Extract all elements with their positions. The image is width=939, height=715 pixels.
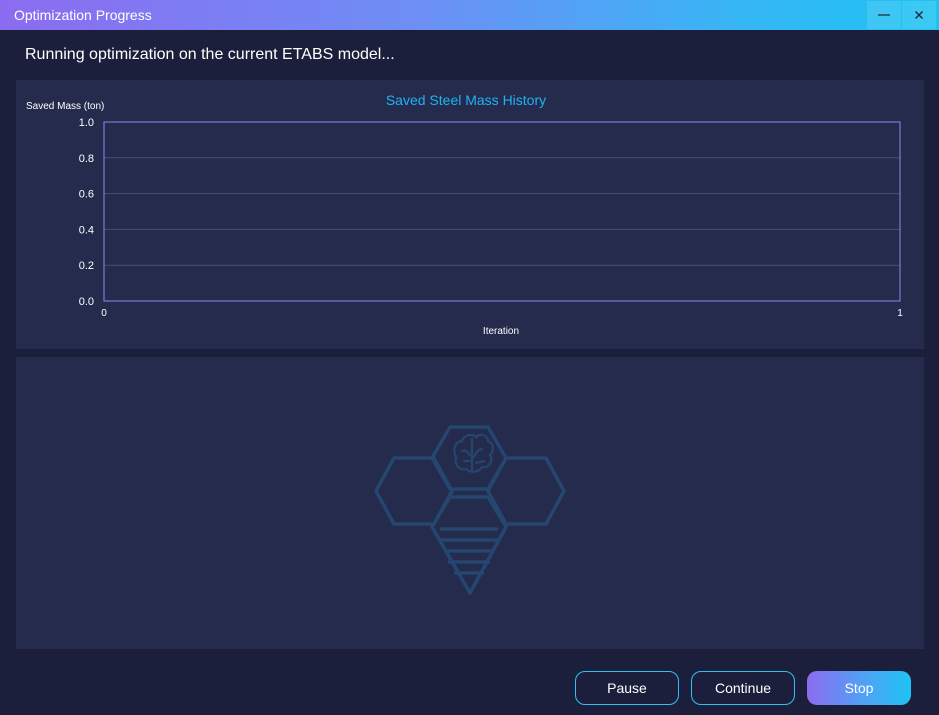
chart-y-tick-label: 1.0 bbox=[79, 117, 94, 129]
status-message: Running optimization on the current ETAB… bbox=[25, 46, 395, 63]
chart-y-tick-label: 0.4 bbox=[79, 224, 94, 236]
chart-y-axis-label: Saved Mass (ton) bbox=[26, 101, 104, 112]
pause-button[interactable]: Pause bbox=[575, 671, 679, 705]
chart-title: Saved Steel Mass History bbox=[386, 92, 546, 108]
chart-panel: Saved Steel Mass History Saved Mass (ton… bbox=[16, 80, 924, 349]
chart-x-tick-label: 0 bbox=[101, 308, 107, 319]
saved-mass-chart: Saved Steel Mass History Saved Mass (ton… bbox=[26, 92, 904, 337]
title-bar: Optimization Progress bbox=[0, 0, 939, 30]
chart-gridlines bbox=[104, 157, 900, 266]
chart-y-tick-label: 0.6 bbox=[79, 189, 94, 201]
continue-button[interactable]: Continue bbox=[691, 671, 795, 705]
bee-brain-logo-icon bbox=[374, 425, 566, 595]
chart-y-tick-label: 0.0 bbox=[79, 296, 94, 308]
stop-button[interactable]: Stop bbox=[807, 671, 911, 705]
minimize-button[interactable] bbox=[867, 1, 901, 29]
chart-plot-area bbox=[103, 121, 901, 302]
chart-y-tick-label: 0.8 bbox=[79, 153, 94, 165]
chart-x-axis-label: Iteration bbox=[483, 326, 519, 337]
chart-y-tick-label: 0.2 bbox=[79, 260, 94, 272]
close-button[interactable] bbox=[902, 1, 936, 29]
chart-x-tick-label: 1 bbox=[897, 308, 903, 319]
chart-tick-labels: 0.0 0.2 0.4 0.6 0.8 1.0 0 1 bbox=[79, 117, 904, 319]
logo-panel bbox=[16, 357, 924, 649]
close-icon bbox=[915, 11, 923, 19]
window-title: Optimization Progress bbox=[14, 7, 152, 23]
minimize-icon bbox=[878, 14, 890, 16]
